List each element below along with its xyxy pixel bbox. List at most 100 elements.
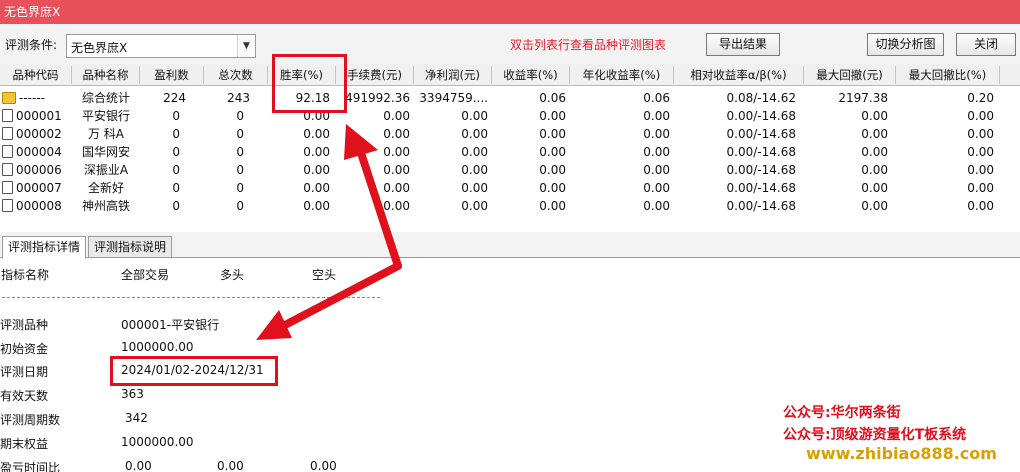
column-header-profit[interactable]: 净利润(元) [414, 66, 492, 84]
row-return: 0.00 [539, 181, 566, 195]
row-alpha: 0.00/-14.68 [726, 127, 796, 141]
row-annual: 0.06 [643, 91, 670, 105]
close-button[interactable]: 关闭 [956, 33, 1016, 56]
row-win: 0 [172, 145, 180, 159]
condition-select[interactable]: 无色界庶X ▼ [66, 34, 256, 58]
row-alpha: 0.00/-14.68 [726, 109, 796, 123]
document-icon [2, 127, 13, 140]
row-win: 0 [172, 127, 180, 141]
row-name: 国华网安 [81, 145, 130, 159]
row-code: 000008 [16, 199, 62, 213]
column-header-annual[interactable]: 年化收益率(%) [570, 66, 674, 84]
detail-label: 初始资金 [0, 342, 49, 356]
row-maxdd-ratio: 0.00 [967, 181, 994, 195]
detail-label: 盈亏时间比 [0, 461, 61, 472]
tab-metric-description[interactable]: 评测指标说明 [88, 236, 172, 258]
row-alpha: 0.00/-14.68 [726, 145, 796, 159]
row-profit: 0.00 [461, 109, 488, 123]
row-profit: 0.00 [461, 199, 488, 213]
row-fee: 0.00 [383, 109, 410, 123]
chevron-down-icon[interactable]: ▼ [237, 35, 255, 57]
column-header-win[interactable]: 盈利数 [140, 66, 204, 84]
row-name: 深振业A [83, 163, 129, 177]
document-icon [2, 163, 13, 176]
detail-value: 342 [125, 411, 148, 425]
table-row[interactable]: 000006 深振业A 0 0 0.00 0.00 0.00 0.00 0.00… [0, 161, 1020, 179]
detail-value-long: 0.00 [217, 459, 244, 472]
switch-chart-button[interactable]: 切换分析图 [867, 33, 944, 56]
detail-label: 评测日期 [0, 365, 49, 379]
table-header: 品种代码 品种名称 盈利数 总次数 胜率(%) 手续费(元) 净利润(元) 收益… [0, 64, 1020, 86]
column-header-maxdd-ratio[interactable]: 最大回撤比(%) [896, 66, 1000, 84]
row-profit: 0.00 [461, 145, 488, 159]
column-header-fee[interactable]: 手续费(元) [336, 66, 414, 84]
row-name: 万 科A [87, 127, 125, 141]
row-name: 全新好 [87, 181, 124, 195]
detail-header-short: 空头 [312, 268, 337, 282]
condition-value: 无色界庶X [71, 41, 128, 55]
row-total: 0 [236, 199, 244, 213]
condition-label: 评测条件: [5, 38, 58, 52]
row-annual: 0.00 [643, 163, 670, 177]
row-code-cell: 000001 [2, 107, 72, 125]
row-win: 224 [163, 91, 186, 105]
window-title-bar: 无色界庶X [0, 0, 1020, 24]
table-row[interactable]: 000008 神州高铁 0 0 0.00 0.00 0.00 0.00 0.00… [0, 197, 1020, 215]
column-header-maxdd[interactable]: 最大回撤(元) [804, 66, 896, 84]
table-row[interactable]: 000004 国华网安 0 0 0.00 0.00 0.00 0.00 0.00… [0, 143, 1020, 161]
row-rate: 0.00 [303, 127, 330, 141]
row-return: 0.00 [539, 163, 566, 177]
row-return: 0.00 [539, 109, 566, 123]
column-header-total[interactable]: 总次数 [204, 66, 268, 84]
row-maxdd-ratio: 0.20 [967, 91, 994, 105]
row-code-cell: 000007 [2, 179, 72, 197]
column-header-name[interactable]: 品种名称 [72, 66, 140, 84]
export-results-button[interactable]: 导出结果 [706, 33, 780, 56]
column-header-return[interactable]: 收益率(%) [492, 66, 570, 84]
table-row[interactable]: 000002 万 科A 0 0 0.00 0.00 0.00 0.00 0.00… [0, 125, 1020, 143]
row-total: 0 [236, 181, 244, 195]
row-maxdd-ratio: 0.00 [967, 199, 994, 213]
row-annual: 0.00 [643, 109, 670, 123]
row-return: 0.06 [539, 91, 566, 105]
row-alpha: 0.08/-14.62 [726, 91, 796, 105]
row-code: 000006 [16, 163, 62, 177]
table-row[interactable]: 000001 平安银行 0 0 0.00 0.00 0.00 0.00 0.00… [0, 107, 1020, 125]
detail-label: 期末权益 [0, 437, 49, 451]
summary-icon [2, 92, 16, 104]
date-range-highlight-box [110, 356, 278, 386]
divider [2, 297, 380, 298]
detail-label: 有效天数 [0, 389, 49, 403]
row-return: 0.00 [539, 199, 566, 213]
tab-metric-details[interactable]: 评测指标详情 [2, 236, 86, 259]
row-code: 000002 [16, 127, 62, 141]
table-row[interactable]: ------ 综合统计 224 243 92.18 491992.36 3394… [0, 89, 1020, 107]
row-profit: 3394759.... [419, 91, 488, 105]
watermark-line1: 公众号:华尔两条街 [783, 405, 901, 421]
detail-header-all: 全部交易 [121, 268, 170, 282]
row-rate: 0.00 [303, 145, 330, 159]
row-win: 0 [172, 163, 180, 177]
row-alpha: 0.00/-14.68 [726, 181, 796, 195]
row-code-cell: 000004 [2, 143, 72, 161]
row-maxdd: 0.00 [861, 181, 888, 195]
row-code-cell: 000002 [2, 125, 72, 143]
row-profit: 0.00 [461, 181, 488, 195]
column-header-code[interactable]: 品种代码 [0, 66, 72, 84]
win-rate-highlight-box [272, 54, 347, 113]
detail-header-long: 多头 [220, 268, 245, 282]
column-header-alpha[interactable]: 相对收益率α/β(%) [674, 66, 804, 84]
row-maxdd: 0.00 [861, 163, 888, 177]
row-maxdd-ratio: 0.00 [967, 109, 994, 123]
window-title: 无色界庶X [4, 5, 61, 19]
row-alpha: 0.00/-14.68 [726, 199, 796, 213]
watermark-line2: 公众号:顶级游资量化T板系统 [783, 427, 967, 443]
row-fee: 0.00 [383, 127, 410, 141]
table-row[interactable]: 000007 全新好 0 0 0.00 0.00 0.00 0.00 0.00 … [0, 179, 1020, 197]
row-win: 0 [172, 109, 180, 123]
row-name: 神州高铁 [81, 199, 130, 213]
row-maxdd-ratio: 0.00 [967, 145, 994, 159]
row-rate: 0.00 [303, 181, 330, 195]
row-profit: 0.00 [461, 163, 488, 177]
row-return: 0.00 [539, 145, 566, 159]
